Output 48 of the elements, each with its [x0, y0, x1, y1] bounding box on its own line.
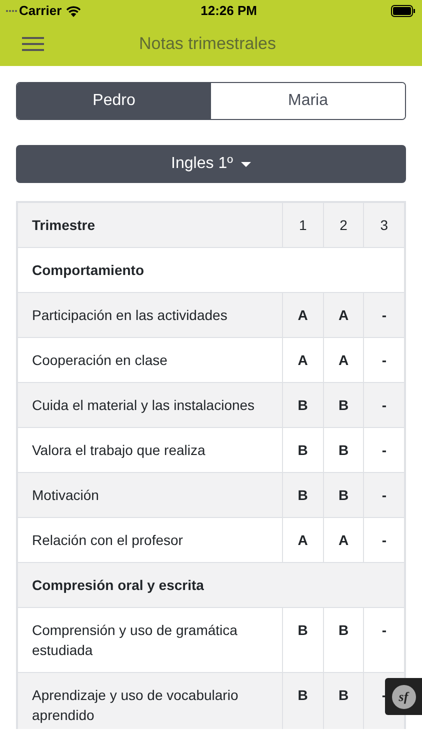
wifi-icon — [66, 6, 81, 16]
table-cell-text: - — [380, 531, 388, 550]
table-cell: B — [324, 673, 364, 729]
table-cell: B — [283, 383, 324, 427]
table-cell-text: - — [380, 396, 388, 415]
column-header: 3 — [379, 216, 390, 235]
table-cell: B — [324, 428, 364, 472]
table-cell: Comprensión y uso de gramática estudiada — [18, 608, 283, 672]
logo-icon: sf — [392, 684, 416, 708]
caret-icon — [240, 162, 251, 166]
table-cell: B — [324, 383, 364, 427]
table-cell-text: - — [380, 306, 388, 325]
table-cell: B — [283, 608, 324, 672]
clock-time: 12:26 PM — [200, 2, 258, 20]
subject-dropdown[interactable]: Ingles 1º — [16, 145, 406, 183]
menu-icon[interactable] — [22, 36, 44, 52]
table-cell-text: - — [380, 486, 388, 505]
table-cell: Cooperación en clase — [18, 338, 283, 382]
column-header: Trimestre — [18, 203, 283, 247]
table-cell: A — [324, 293, 364, 337]
table-cell: Valora el trabajo que realiza — [18, 428, 283, 472]
carrier-label: Carrier — [19, 2, 62, 20]
column-header: 2 — [324, 203, 364, 247]
table-cell: Participación en las actividades — [18, 293, 283, 337]
section-heading: Comportamiento — [31, 261, 145, 280]
table-cell: A — [283, 518, 324, 562]
table-cell: A — [324, 518, 364, 562]
table-cell: Relación con el profesor — [18, 518, 283, 562]
table-cell: B — [283, 473, 324, 517]
table-cell: B — [324, 473, 364, 517]
column-header: 1 — [283, 203, 324, 247]
page-title: Notas trimestrales — [139, 33, 276, 56]
table-cell: A — [283, 293, 324, 337]
table-cell: B — [283, 673, 324, 729]
table-cell-text: - — [380, 621, 388, 640]
table-cell: A — [283, 338, 324, 382]
section-heading: Compresión oral y escrita — [31, 576, 205, 595]
table-cell-text: - — [380, 441, 388, 460]
table-cell-text: - — [380, 351, 388, 370]
table-cell: A — [324, 338, 364, 382]
table-cell: B — [283, 428, 324, 472]
table-cell: Cuida el material y las instalaciones — [18, 383, 283, 427]
battery-icon — [391, 5, 416, 17]
debug-toolbar-button[interactable]: sf — [385, 678, 422, 715]
table-cell: Aprendizaje y uso de vocabulario aprendido — [18, 673, 283, 729]
table-cell: B — [324, 608, 364, 672]
table-cell: Motivación — [18, 473, 283, 517]
student-tab[interactable]: Pedro — [17, 83, 211, 119]
